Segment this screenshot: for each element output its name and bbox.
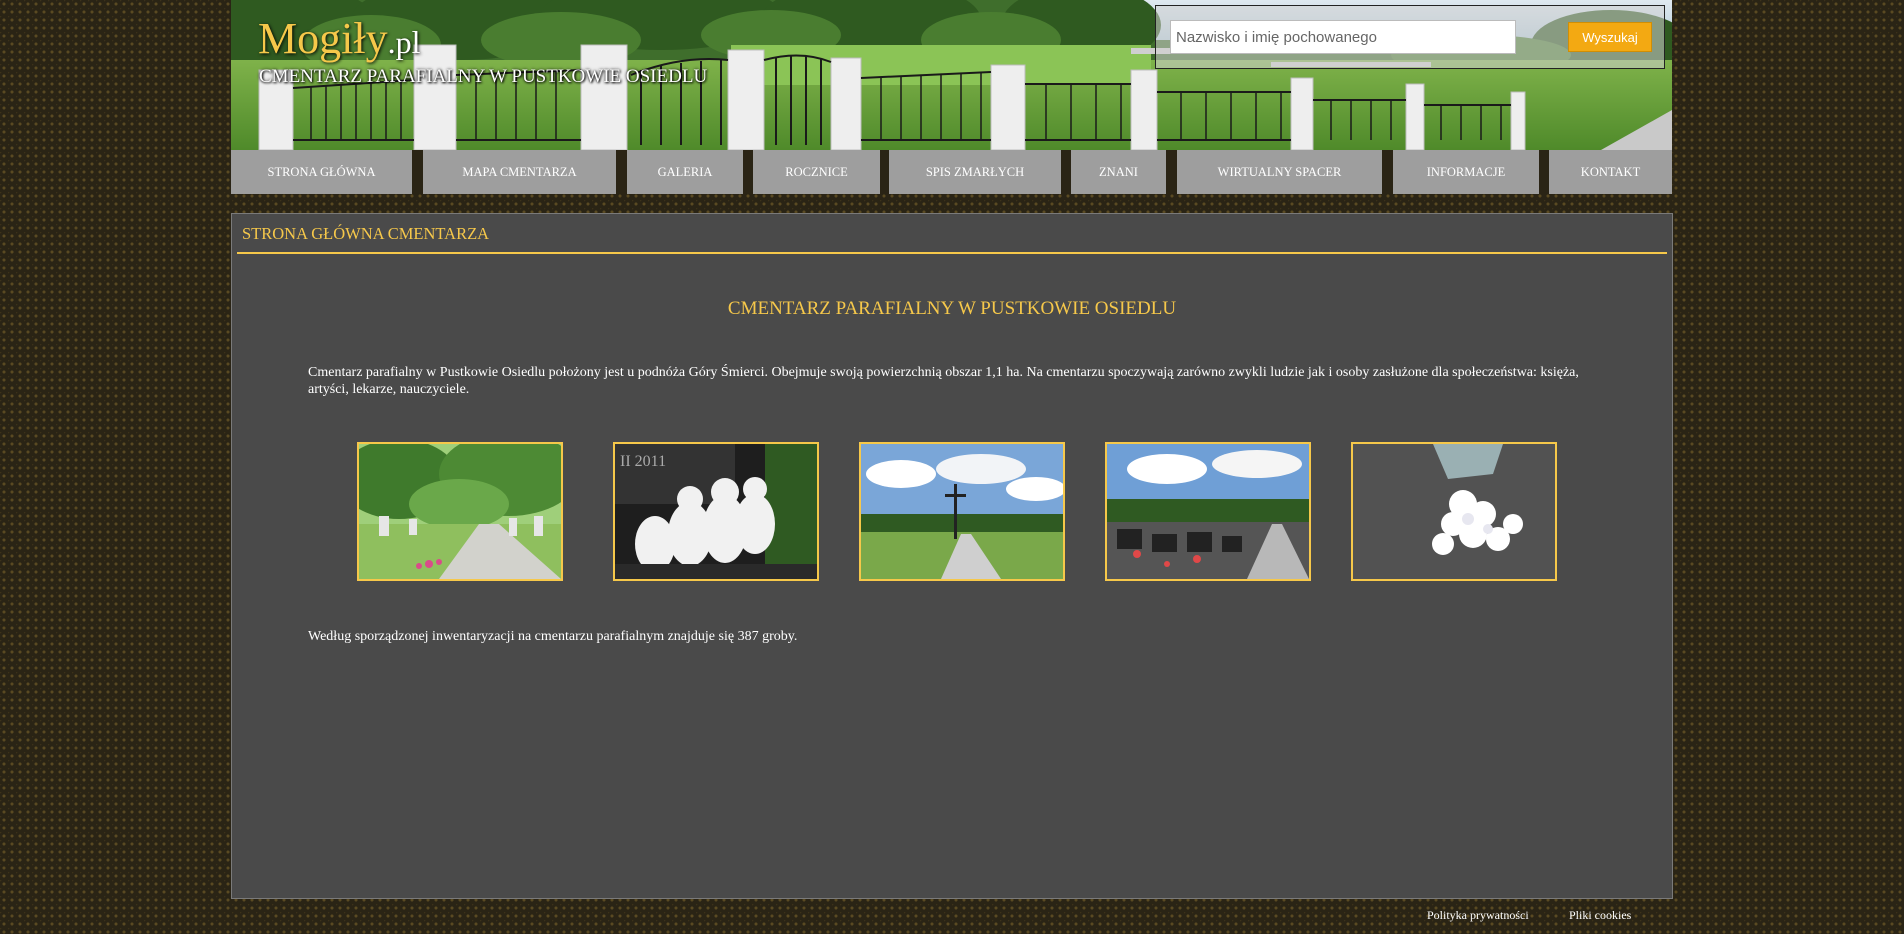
gallery-thumb-5[interactable] bbox=[1351, 442, 1557, 581]
white-flowers-photo bbox=[1353, 444, 1555, 579]
nav-item-known[interactable]: ZNANI bbox=[1071, 150, 1166, 194]
nav-item-gallery[interactable]: GALERIA bbox=[627, 150, 743, 194]
nav-item-map[interactable]: MAPA CMENTARZA bbox=[423, 150, 616, 194]
angel-figurines-photo: II 2011 bbox=[615, 444, 817, 579]
logo-tld-text: .pl bbox=[387, 24, 421, 60]
section-title: CMENTARZ PARAFIALNY W PUSTKOWIE OSIEDLU bbox=[727, 298, 1177, 319]
main-nav: STRONA GŁÓWNA MAPA CMENTARZA GALERIA ROC… bbox=[231, 150, 1672, 194]
graves-summary: Według sporządzonej inwentaryzacji na cm… bbox=[308, 629, 798, 644]
logo-main-text: Mogiły bbox=[258, 14, 388, 63]
nav-item-deceased-list[interactable]: SPIS ZMARŁYCH bbox=[889, 150, 1061, 194]
site-logo[interactable]: Mogiły.pl bbox=[258, 14, 420, 67]
cookies-link[interactable]: Pliki cookies bbox=[1569, 908, 1631, 923]
cross-field-photo bbox=[861, 444, 1063, 579]
nav-item-virtual-tour[interactable]: WIRTUALNY SPACER bbox=[1177, 150, 1382, 194]
heading-divider bbox=[237, 252, 1667, 254]
search-button[interactable]: Wyszukaj bbox=[1568, 22, 1652, 52]
search-box: Wyszukaj bbox=[1155, 5, 1665, 69]
header-banner: Mogiły.pl CMENTARZ PARAFIALNY W PUSTKOWI… bbox=[231, 0, 1672, 150]
gallery-thumb-4[interactable] bbox=[1105, 442, 1311, 581]
site-subtitle: CMENTARZ PARAFIALNY W PUSTKOWIE OSIEDLU bbox=[259, 66, 708, 87]
page-heading: STRONA GŁÓWNA CMENTARZA bbox=[242, 224, 490, 243]
page-wrapper: Mogiły.pl CMENTARZ PARAFIALNY W PUSTKOWI… bbox=[231, 0, 1672, 194]
graves-rows-photo bbox=[1107, 444, 1309, 579]
gallery-thumb-2[interactable]: II 2011 bbox=[613, 442, 819, 581]
nav-item-info[interactable]: INFORMACJE bbox=[1393, 150, 1539, 194]
main-content: STRONA GŁÓWNA CMENTARZA CMENTARZ PARAFIA… bbox=[231, 213, 1673, 899]
nav-item-anniversaries[interactable]: ROCZNICE bbox=[753, 150, 880, 194]
gallery-thumb-3[interactable] bbox=[859, 442, 1065, 581]
nav-item-contact[interactable]: KONTAKT bbox=[1549, 150, 1672, 194]
nav-item-home[interactable]: STRONA GŁÓWNA bbox=[231, 150, 412, 194]
cemetery-alley-photo bbox=[359, 444, 561, 579]
gallery-thumb-1[interactable] bbox=[357, 442, 563, 581]
intro-paragraph: Cmentarz parafialny w Pustkowie Osiedlu … bbox=[308, 365, 1579, 397]
privacy-policy-link[interactable]: Polityka prywatności bbox=[1427, 908, 1529, 923]
svg-text:II 2011: II 2011 bbox=[620, 453, 666, 470]
search-input[interactable] bbox=[1170, 20, 1516, 54]
